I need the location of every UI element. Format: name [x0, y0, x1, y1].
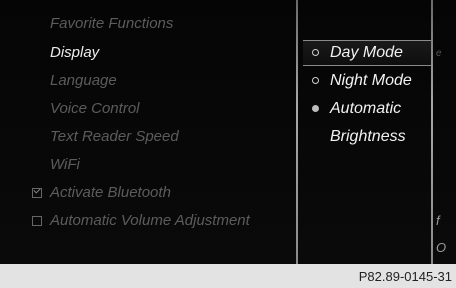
menu-item-favorite-functions[interactable]: Favorite Functions	[50, 15, 173, 33]
menu-item-voice-control[interactable]: Voice Control	[50, 100, 140, 118]
right-edge-glyph-mid: f	[436, 213, 440, 228]
submenu-item-day-mode[interactable]: Day Mode	[330, 44, 403, 62]
image-reference-code: P82.89-0145-31	[358, 269, 452, 284]
menu-column-divider	[296, 0, 298, 264]
submenu-item-night-mode[interactable]: Night Mode	[330, 72, 412, 90]
night-mode-radio[interactable]	[312, 77, 319, 84]
image-reference-bar: P82.89-0145-31	[0, 264, 456, 288]
activate-bluetooth-checkbox[interactable]	[32, 188, 42, 198]
submenu-item-brightness[interactable]: Brightness	[330, 128, 406, 146]
menu-item-display[interactable]: Display	[50, 44, 99, 62]
menu-item-wifi[interactable]: WiFi	[50, 156, 80, 174]
display-screen: Favorite Functions Display Language Voic…	[0, 0, 456, 264]
menu-item-activate-bluetooth[interactable]: Activate Bluetooth	[50, 184, 171, 202]
automatic-volume-checkbox[interactable]	[32, 216, 42, 226]
right-edge-glyph-bottom: O	[436, 240, 447, 255]
submenu-column-divider	[431, 0, 433, 264]
day-mode-radio[interactable]	[312, 49, 319, 56]
menu-item-language[interactable]: Language	[50, 72, 117, 90]
submenu-item-automatic[interactable]: Automatic	[330, 100, 401, 118]
right-edge-glyph-top: e	[436, 48, 442, 59]
menu-item-text-reader-speed[interactable]: Text Reader Speed	[50, 128, 179, 146]
automatic-radio[interactable]	[312, 105, 319, 112]
menu-item-automatic-volume-adjustment[interactable]: Automatic Volume Adjustment	[50, 212, 250, 230]
